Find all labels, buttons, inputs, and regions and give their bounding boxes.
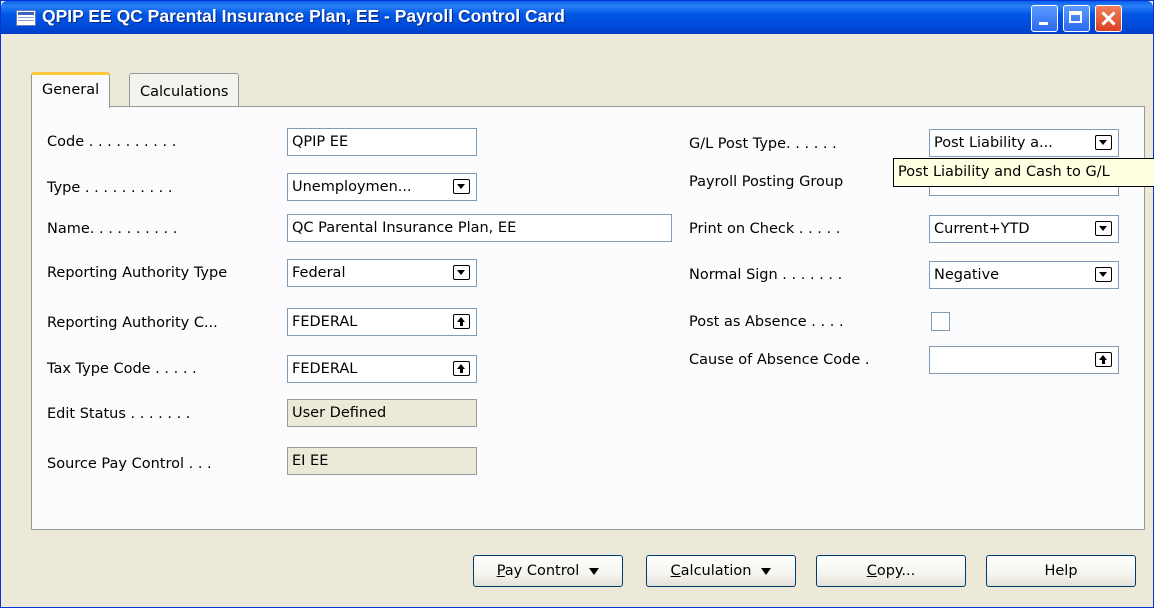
cause-of-absence-code-label: Cause of Absence Code . [689, 352, 870, 368]
form-icon [16, 10, 36, 26]
normal-sign-label: Normal Sign . . . . . . . [689, 267, 843, 283]
lookup-arrow-icon[interactable] [453, 361, 470, 376]
title-bar[interactable]: QPIP EE QC Parental Insurance Plan, EE -… [1, 1, 1153, 34]
tooltip: Post Liability and Cash to G/L [893, 158, 1154, 187]
type-select[interactable]: Unemploymen... [287, 173, 477, 201]
source-pay-control-label: Source Pay Control . . . [47, 456, 212, 472]
edit-status-field: User Defined [287, 399, 477, 427]
window-title: QPIP EE QC Parental Insurance Plan, EE -… [42, 6, 565, 26]
chevron-down-icon[interactable] [453, 265, 470, 280]
reporting-authority-code-label: Reporting Authority C... [47, 315, 218, 331]
normal-sign-select[interactable]: Negative [929, 261, 1119, 289]
help-button[interactable]: Help [986, 555, 1136, 587]
minimize-button[interactable] [1031, 5, 1058, 32]
name-label: Name. . . . . . . . . . [47, 221, 178, 237]
chevron-down-icon[interactable] [1095, 221, 1112, 236]
gl-post-type-label: G/L Post Type. . . . . . [689, 136, 837, 152]
post-as-absence-label: Post as Absence . . . . [689, 314, 844, 330]
tab-calculations[interactable]: Calculations [129, 73, 240, 107]
name-field[interactable]: QC Parental Insurance Plan, EE [287, 214, 672, 242]
code-label: Code . . . . . . . . . . [47, 134, 177, 150]
lookup-arrow-icon[interactable] [453, 314, 470, 329]
code-field[interactable]: QPIP EE [287, 128, 477, 156]
source-pay-control-field: EI EE [287, 447, 477, 475]
lookup-arrow-icon[interactable] [1095, 352, 1112, 367]
print-on-check-label: Print on Check . . . . . [689, 221, 841, 237]
maximize-button[interactable] [1063, 5, 1090, 32]
payroll-posting-group-label: Payroll Posting Group [689, 174, 844, 190]
close-button[interactable] [1095, 5, 1122, 32]
tab-general[interactable]: General [31, 72, 111, 108]
tax-type-code-label: Tax Type Code . . . . . [47, 361, 197, 377]
edit-status-label: Edit Status . . . . . . . [47, 406, 191, 422]
pay-control-button[interactable]: Pay Control [473, 555, 623, 587]
type-label: Type . . . . . . . . . . [47, 180, 173, 196]
chevron-down-icon [761, 567, 772, 575]
chevron-down-icon[interactable] [1095, 135, 1112, 150]
calculation-button[interactable]: Calculation [646, 555, 796, 587]
chevron-down-icon[interactable] [453, 179, 470, 194]
cause-of-absence-code-field[interactable] [929, 346, 1119, 374]
chevron-down-icon [589, 567, 600, 575]
chevron-down-icon[interactable] [1095, 267, 1112, 282]
print-on-check-select[interactable]: Current+YTD [929, 215, 1119, 243]
payroll-control-card-window: QPIP EE QC Parental Insurance Plan, EE -… [0, 0, 1154, 608]
reporting-authority-code-field[interactable]: FEDERAL [287, 308, 477, 336]
tax-type-code-field[interactable]: FEDERAL [287, 355, 477, 383]
copy-button[interactable]: Copy... [816, 555, 966, 587]
post-as-absence-checkbox[interactable] [931, 312, 950, 331]
gl-post-type-select[interactable]: Post Liability a... [929, 129, 1119, 157]
reporting-authority-type-select[interactable]: Federal [287, 259, 477, 287]
reporting-authority-type-label: Reporting Authority Type [47, 265, 228, 281]
